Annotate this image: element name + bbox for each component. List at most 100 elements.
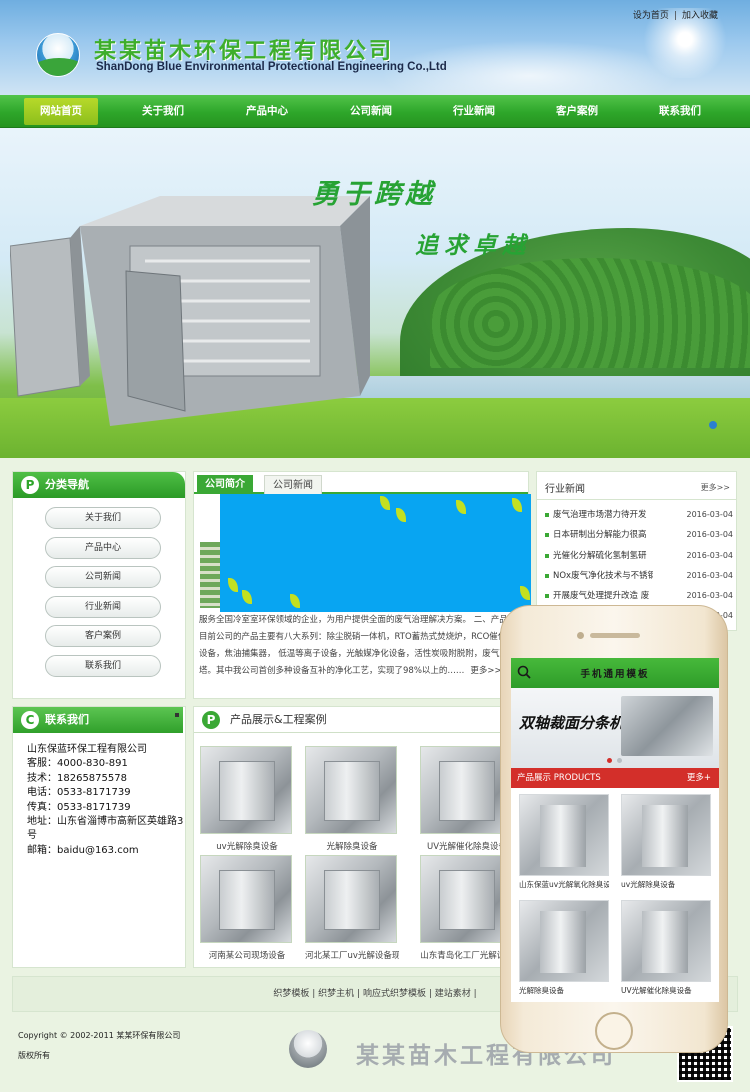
logo-icon[interactable] [36,33,80,77]
news-title[interactable]: 日本研制出分解能力很高 [553,525,653,545]
mobile-products-label-en: PRODUCTS [553,773,601,783]
bullet-icon [545,594,549,599]
product-card[interactable]: 河南某公司现场设备 [200,855,294,961]
product-image[interactable] [305,855,397,943]
mobile-product-image[interactable] [621,794,711,876]
leaf-icon [396,508,406,522]
news-item[interactable]: 废气治理市场潜力待开发 2016-03-04 [543,505,733,525]
friend-link[interactable]: 织梦主机 [318,989,354,999]
mobile-product-caption[interactable]: uv光解除臭设备 [621,879,711,890]
mobile-slide-dot[interactable] [607,758,612,763]
tab-company-intro[interactable]: 公司简介 [197,475,253,494]
news-item[interactable]: 开展废气处理提升改造 废 2016-03-04 [543,586,733,606]
category-item-about[interactable]: 关于我们 [45,507,161,529]
phone-home-button[interactable] [595,1012,633,1050]
product-caption[interactable]: 河南某公司现场设备 [200,949,294,961]
intro-tabs: 公司简介 公司新闻 [194,472,528,494]
product-image[interactable] [420,855,512,943]
friend-link[interactable]: 织梦模板 [273,989,309,999]
product-image[interactable] [420,746,512,834]
mobile-product-card[interactable]: 光解除臭设备 [519,900,609,996]
phone-screen: 手机通用模板 双轴裁面分条机 产品展示 PRODUCTS 更多+ 山东保蓝uv光… [511,658,719,1002]
product-card[interactable]: 河北某工厂uv光解设备现场 [305,855,399,961]
product-card[interactable]: 光解除臭设备 [305,746,399,852]
industry-news-header: 行业新闻 更多>> [537,472,736,500]
industry-news-more-link[interactable]: 更多>> [701,482,730,493]
news-title[interactable]: NOx废气净化技术与不锈钢 [553,566,653,586]
mobile-more-link[interactable]: 更多+ [687,768,711,788]
news-item[interactable]: 日本研制出分解能力很高 2016-03-04 [543,525,733,545]
leaf-icon [456,500,466,514]
contact-email: 邮箱：baidu@163.com [27,844,139,856]
friend-link[interactable]: 响应式织梦模板 [363,989,426,999]
product-caption[interactable]: uv光解除臭设备 [200,840,294,852]
friend-link-separator: | [357,989,361,999]
phone-camera-icon [577,632,584,639]
mobile-product-caption[interactable]: 光解除臭设备 [519,985,609,996]
main-nav: 网站首页 关于我们 产品中心 公司新闻 行业新闻 客户案例 联系我们 [0,95,750,128]
trees-graphic [430,258,750,368]
nav-item-home[interactable]: 网站首页 [24,98,98,125]
phone-speaker [590,633,640,638]
slogan-line-1: 勇于跨越 [312,179,436,210]
nav-item-about[interactable]: 关于我们 [124,95,202,128]
mobile-product-caption[interactable]: UV光解催化除臭设备 [621,985,711,996]
news-date: 2016-03-04 [686,550,734,560]
news-date: 2016-03-04 [686,570,734,580]
leaf-icon [380,496,390,510]
contact-company: 山东保蓝环保工程有限公司 [27,744,147,755]
product-caption[interactable]: 河北某工厂uv光解设备现场 [305,949,399,961]
category-item-products[interactable]: 产品中心 [45,536,161,559]
mobile-product-caption[interactable]: 山东保蓝uv光解氧化除臭设备 [519,879,609,890]
news-item[interactable]: 光催化分解硫化氢制氢研 2016-03-04 [543,546,733,566]
leaf-icon [242,590,252,604]
product-image[interactable] [305,746,397,834]
add-favorite-link[interactable]: 加入收藏 [682,11,718,21]
nav-item-company-news[interactable]: 公司新闻 [332,95,410,128]
nav-item-contact[interactable]: 联系我们 [641,95,719,128]
category-item-contact[interactable]: 联系我们 [45,654,161,677]
nav-item-cases[interactable]: 客户案例 [538,95,616,128]
leaf-icon [520,586,530,600]
friend-link-separator: | [428,989,432,999]
phone-mockup: 手机通用模板 双轴裁面分条机 产品展示 PRODUCTS 更多+ 山东保蓝uv光… [500,605,728,1053]
mobile-product-card[interactable]: UV光解催化除臭设备 [621,900,711,996]
category-nav-header: P 分类导航 [13,472,185,498]
mobile-product-image[interactable] [519,900,609,982]
intro-text: 服务全国冷室室环保领域的企业，为用户提供全面的废气治理解决方案。 二、产品简介 … [199,612,525,680]
mobile-product-image[interactable] [621,900,711,982]
category-item-company-news[interactable]: 公司新闻 [45,566,161,588]
news-date: 2016-03-04 [686,591,734,601]
category-item-industry-news[interactable]: 行业新闻 [45,595,161,618]
friend-link-separator: | [312,989,316,999]
copyright-text: Copyright © 2002-2011 某某环保有限公司 [18,1031,181,1040]
mobile-product-image[interactable] [519,794,609,876]
intro-more-link[interactable]: 更多>> [470,666,501,676]
product-image[interactable] [200,855,292,943]
product-image[interactable] [200,746,292,834]
contact-info: 山东保蓝环保工程有限公司 客服：4000-830-891 技术：18265875… [27,743,185,858]
category-item-cases[interactable]: 客户案例 [45,625,161,647]
products-header: P 产品展示&工程案例 [194,707,528,733]
contact-address: 地址：山东省淄博市高新区英雄路3号 [27,816,184,842]
nav-item-products[interactable]: 产品中心 [228,95,306,128]
company-intro-panel: 公司简介 公司新闻 服务全国冷室室环保领域的企业，为用户提供全面的废气治理解决方… [193,471,531,699]
logo-en-title: ShanDong Blue Environmental Protectional… [96,61,447,73]
friend-link[interactable]: 建站素材 [435,989,471,999]
mobile-product-card[interactable]: 山东保蓝uv光解氧化除臭设备 [519,794,609,890]
news-title[interactable]: 开展废气处理提升改造 废 [553,586,653,606]
mobile-slide-dot[interactable] [617,758,622,763]
set-homepage-link[interactable]: 设为首页 [633,11,669,21]
leaf-icon [228,578,238,592]
news-title[interactable]: 废气治理市场潜力待开发 [553,505,653,525]
top-links: 设为首页 | 加入收藏 [633,8,718,21]
nav-item-industry-news[interactable]: 行业新闻 [435,95,513,128]
mobile-banner[interactable]: 双轴裁面分条机 [511,688,719,768]
product-card[interactable]: uv光解除臭设备 [200,746,294,852]
slide-indicator-dot[interactable] [709,421,717,429]
mobile-product-card[interactable]: uv光解除臭设备 [621,794,711,890]
product-caption[interactable]: 光解除臭设备 [305,840,399,852]
tab-company-news[interactable]: 公司新闻 [264,475,322,494]
news-title[interactable]: 光催化分解硫化氢制氢研 [553,546,653,566]
news-item[interactable]: NOx废气净化技术与不锈钢 2016-03-04 [543,566,733,586]
